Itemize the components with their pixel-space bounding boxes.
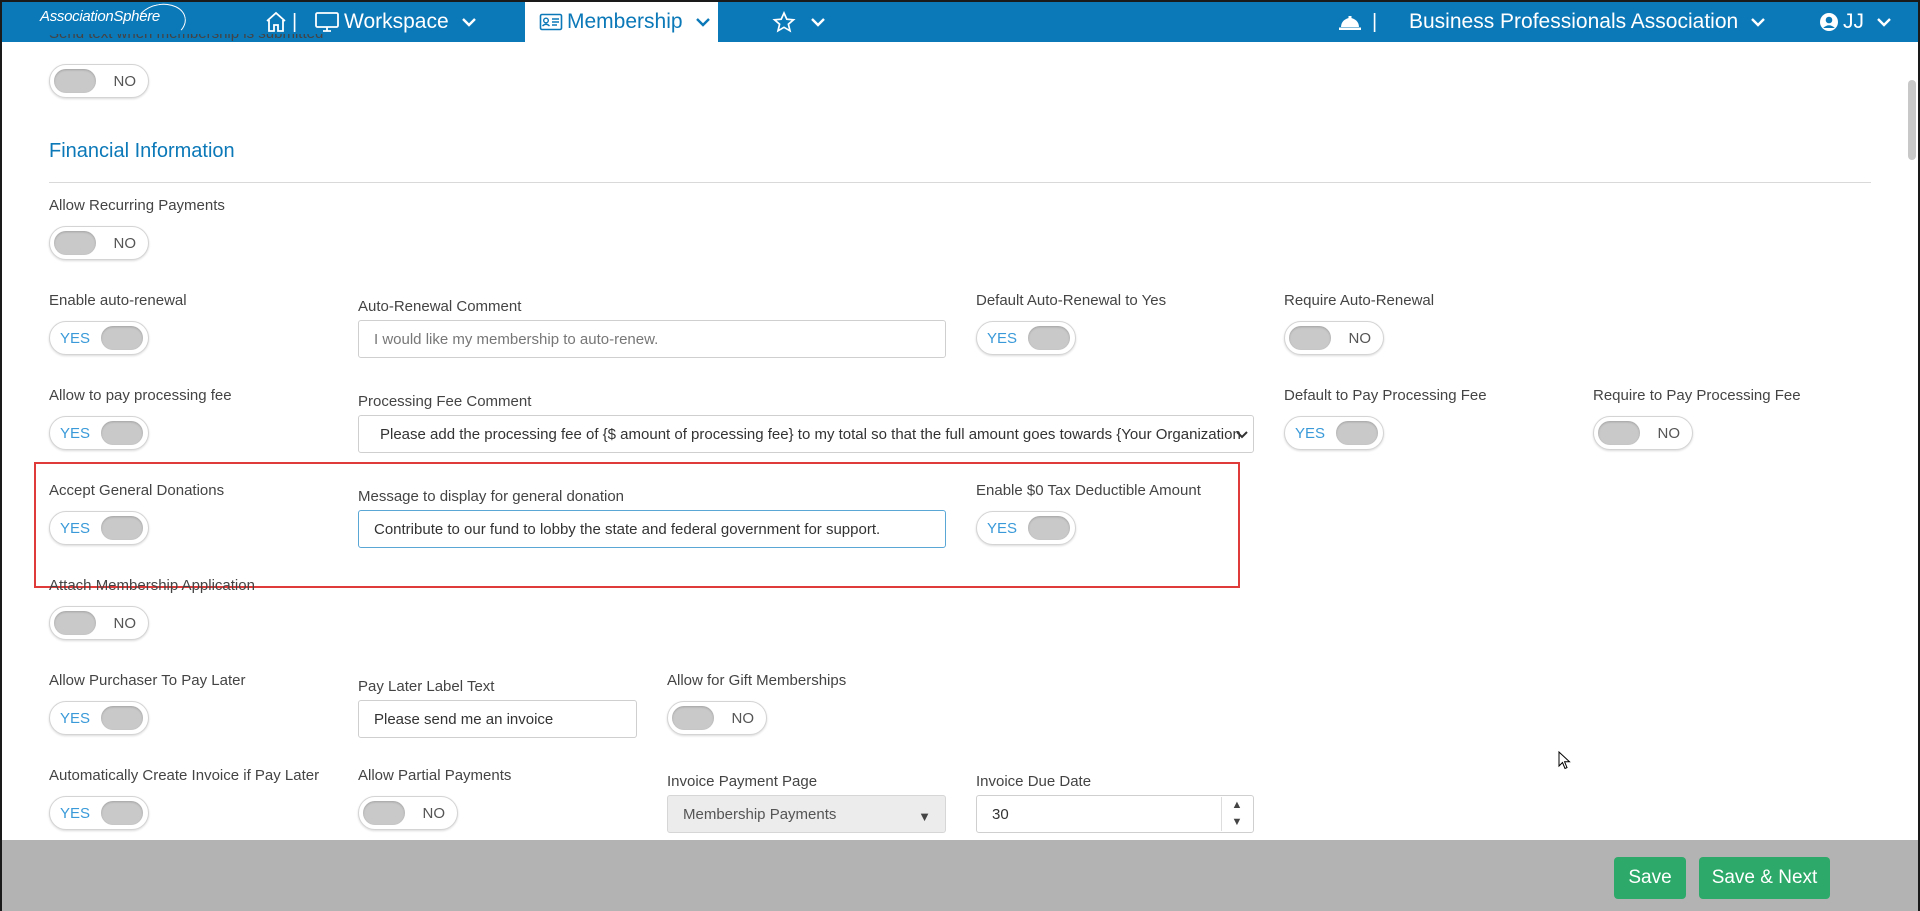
membership-label: Membership <box>567 10 683 33</box>
id-card-icon <box>539 13 563 31</box>
gift-memberships-toggle[interactable]: NO <box>667 701 767 735</box>
invoice-page-value: Membership Payments <box>683 805 837 823</box>
chevron-down-icon <box>695 18 710 27</box>
chevron-down-icon <box>811 18 825 27</box>
user-circle-icon <box>1820 13 1838 31</box>
processing-fee-comment-label: Processing Fee Comment <box>358 393 532 410</box>
section-title: Financial Information <box>49 140 235 162</box>
highlight-box <box>34 462 1240 588</box>
favorites-menu[interactable] <box>772 2 826 42</box>
allow-processing-fee-label: Allow to pay processing fee <box>49 387 232 404</box>
pay-later-text-input[interactable]: Please send me an invoice <box>358 700 637 738</box>
scrollbar-thumb[interactable] <box>1908 80 1916 160</box>
require-processing-fee-label: Require to Pay Processing Fee <box>1593 387 1801 404</box>
default-processing-fee-label: Default to Pay Processing Fee <box>1284 387 1487 404</box>
require-processing-fee-toggle[interactable]: NO <box>1593 416 1693 450</box>
chevron-down-icon <box>1751 18 1766 27</box>
chevron-down-icon <box>1236 431 1248 439</box>
partial-payments-label: Allow Partial Payments <box>358 767 512 784</box>
workspace-menu[interactable]: Workspace <box>314 2 477 42</box>
invoice-page-label: Invoice Payment Page <box>667 773 818 790</box>
caret-down-icon: ▼ <box>918 809 931 824</box>
processing-fee-comment-select[interactable]: Please add the processing fee of {$ amou… <box>358 415 1254 453</box>
pay-later-toggle[interactable]: YES <box>49 701 149 735</box>
auto-renewal-comment-label: Auto-Renewal Comment <box>358 298 522 315</box>
number-spinner[interactable]: ▲ ▼ <box>1221 797 1252 831</box>
app-logo[interactable]: AssociationSphere <box>40 0 189 45</box>
attach-application-label: Attach Membership Application <box>49 577 255 594</box>
save-next-button[interactable]: Save & Next <box>1699 857 1830 899</box>
invoice-due-input[interactable]: 30 ▲ ▼ <box>976 795 1254 833</box>
auto-invoice-label: Automatically Create Invoice if Pay Late… <box>49 767 320 784</box>
workspace-label: Workspace <box>344 10 449 33</box>
default-auto-renewal-toggle[interactable]: YES <box>976 321 1076 355</box>
partial-payments-toggle[interactable]: NO <box>358 796 458 830</box>
pay-later-text-label: Pay Later Label Text <box>358 678 495 695</box>
require-auto-renewal-toggle[interactable]: NO <box>1284 321 1384 355</box>
invoice-due-label: Invoice Due Date <box>976 773 1092 790</box>
send-text-toggle[interactable]: NO <box>49 64 149 98</box>
invoice-due-value: 30 <box>992 805 1009 823</box>
user-initials: JJ <box>1843 10 1864 33</box>
star-icon <box>772 11 796 33</box>
chevron-down-icon <box>1877 18 1891 27</box>
default-auto-renewal-label: Default Auto-Renewal to Yes <box>976 292 1167 309</box>
organization-name: Business Professionals Association <box>1409 10 1739 33</box>
notifications-bell[interactable]: | <box>1338 2 1377 42</box>
allow-recurring-toggle[interactable]: NO <box>49 226 149 260</box>
nav-separator: | <box>1372 10 1378 33</box>
chevron-down-icon <box>461 18 476 27</box>
service-bell-icon <box>1339 16 1361 30</box>
section-divider <box>49 182 1871 183</box>
user-menu[interactable]: JJ <box>1819 2 1892 42</box>
home-icon <box>266 11 286 32</box>
enable-auto-renewal-label: Enable auto-renewal <box>49 292 187 309</box>
allow-recurring-label: Allow Recurring Payments <box>49 197 225 214</box>
nav-separator: | <box>292 10 298 33</box>
auto-invoice-toggle[interactable]: YES <box>49 796 149 830</box>
attach-application-toggle[interactable]: NO <box>49 606 149 640</box>
mouse-cursor-icon <box>1558 751 1571 770</box>
spinner-down-icon[interactable]: ▼ <box>1222 814 1252 831</box>
pay-later-label: Allow Purchaser To Pay Later <box>49 672 246 689</box>
processing-fee-comment-value: Please add the processing fee of {$ amou… <box>380 425 1241 443</box>
default-processing-fee-toggle[interactable]: YES <box>1284 416 1384 450</box>
send-text-label: Send text when membership is submitted <box>49 34 323 43</box>
membership-menu[interactable]: Membership <box>525 2 718 42</box>
monitor-icon <box>315 12 339 32</box>
save-button[interactable]: Save <box>1614 857 1686 899</box>
enable-auto-renewal-toggle[interactable]: YES <box>49 321 149 355</box>
require-auto-renewal-label: Require Auto-Renewal <box>1284 292 1435 309</box>
spinner-up-icon[interactable]: ▲ <box>1222 797 1252 814</box>
footer-bar: Save Save & Next <box>2 840 1918 911</box>
auto-renewal-comment-input[interactable]: I would like my membership to auto-renew… <box>358 320 946 358</box>
allow-processing-fee-toggle[interactable]: YES <box>49 416 149 450</box>
organization-switcher[interactable]: Business Professionals Association <box>1409 2 1766 42</box>
invoice-page-select[interactable]: Membership Payments ▼ <box>667 795 946 833</box>
gift-memberships-label: Allow for Gift Memberships <box>667 672 847 689</box>
